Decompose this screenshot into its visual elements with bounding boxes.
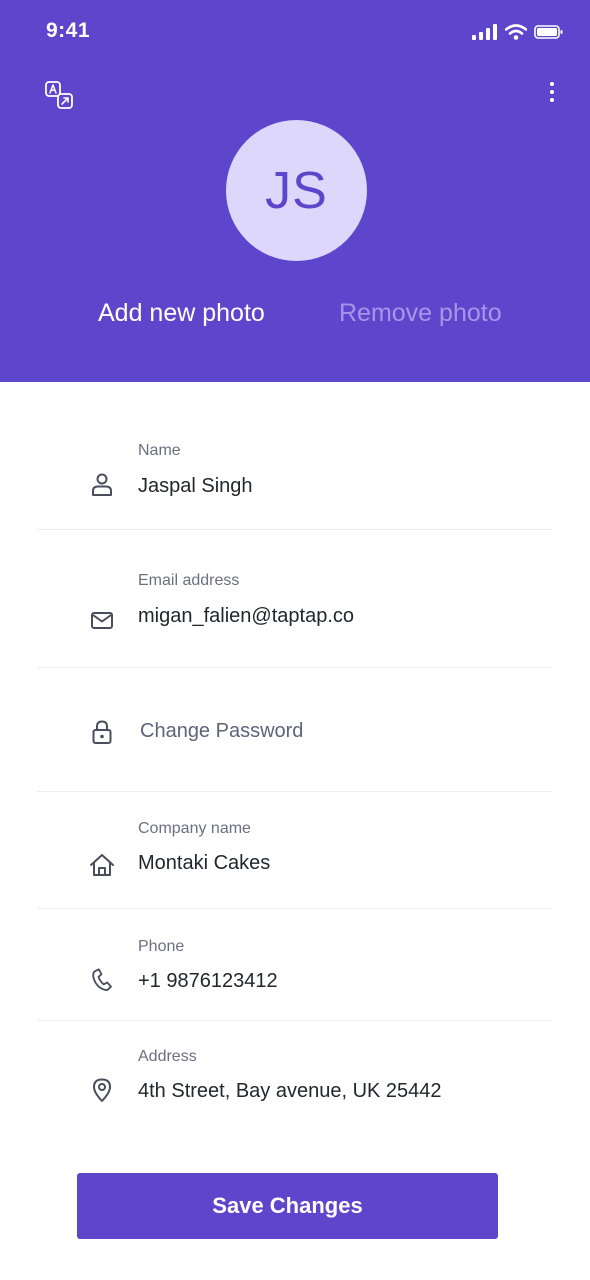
location-icon [93,1078,111,1102]
divider [37,1020,552,1021]
phone-field[interactable]: Phone +1 9876123412 [0,934,590,1020]
divider [37,667,552,668]
more-options-button[interactable] [544,80,560,104]
avatar[interactable]: JS [226,120,367,261]
status-time: 9:41 [46,19,91,42]
signal-icon [472,24,497,40]
phone-icon [92,968,112,991]
wifi-icon [505,24,527,40]
translate-icon[interactable] [44,80,76,112]
divider [37,529,552,530]
remove-photo-button[interactable]: Remove photo [339,299,502,328]
change-password-row[interactable]: Change Password [0,700,590,770]
email-field[interactable]: Email address migan_falien@taptap.co [0,568,590,668]
company-field[interactable]: Company name Montaki Cakes [0,816,590,908]
battery-icon [534,25,563,39]
home-icon [90,854,114,876]
name-field[interactable]: Name Jaspal Singh [0,430,590,530]
more-dot [550,98,554,102]
more-dot [550,90,554,94]
change-password-label: Change Password [140,720,304,742]
status-icons [472,22,564,42]
phone-label: Phone [138,938,185,955]
company-value[interactable]: Montaki Cakes [138,852,270,875]
name-label: Name [138,442,181,459]
name-value[interactable]: Jaspal Singh [138,475,253,498]
address-field[interactable]: Address 4th Street, Bay avenue, UK 25442 [0,1044,590,1134]
lock-icon [92,720,112,744]
email-value[interactable]: migan_falien@taptap.co [138,605,354,628]
phone-value[interactable]: +1 9876123412 [138,970,278,993]
address-value[interactable]: 4th Street, Bay avenue, UK 25442 [138,1080,442,1103]
more-vertical-icon [550,82,554,86]
save-changes-button[interactable]: Save Changes [77,1173,498,1239]
profile-header: 9:41 JS Add new photo Remove photo [0,0,590,382]
user-icon [92,473,112,496]
divider [37,791,552,792]
add-photo-button[interactable]: Add new photo [98,299,265,328]
company-label: Company name [138,820,251,837]
email-label: Email address [138,572,240,589]
address-label: Address [138,1048,197,1065]
mail-icon [91,612,113,629]
divider [37,908,552,909]
